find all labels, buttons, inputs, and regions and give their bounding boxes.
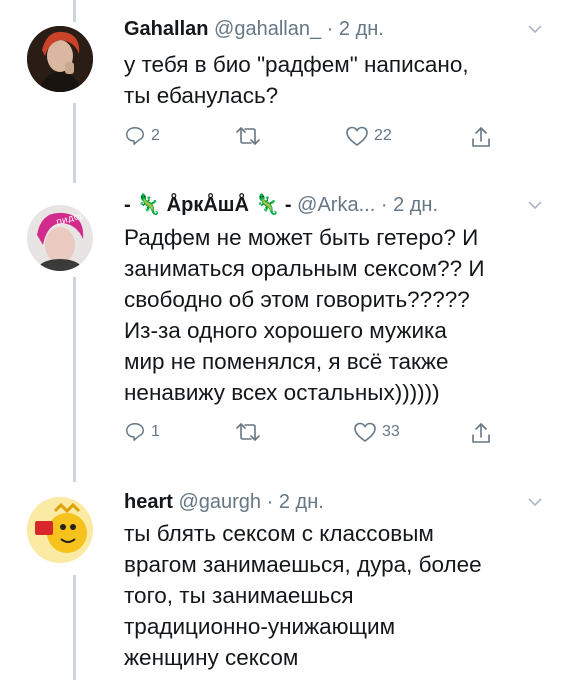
tweet-text-line: врагом занимаешься, дура, более [124, 552, 482, 577]
tweet-text-line: традиционно-унижающим [124, 614, 396, 639]
tweet[interactable]: heart @gaurgh · 2 дн. ты блять сексом с … [0, 0, 564, 680]
tweet-text-line: того, ты занимаешься [124, 583, 354, 608]
tweet-text: ты блять сексом с классовым врагом заним… [124, 518, 544, 673]
timestamp[interactable]: 2 дн. [279, 491, 324, 513]
display-name[interactable]: heart [124, 491, 173, 513]
tweet-text-line: ты блять сексом с классовым [124, 521, 434, 546]
chevron-down-icon[interactable] [528, 495, 542, 509]
avatar[interactable] [27, 497, 93, 563]
tweet-header: heart @gaurgh · 2 дн. [124, 490, 324, 514]
separator-dot: · [266, 491, 274, 513]
tweet-text-line: женщину сексом [124, 645, 299, 670]
handle[interactable]: @gaurgh [178, 491, 261, 513]
